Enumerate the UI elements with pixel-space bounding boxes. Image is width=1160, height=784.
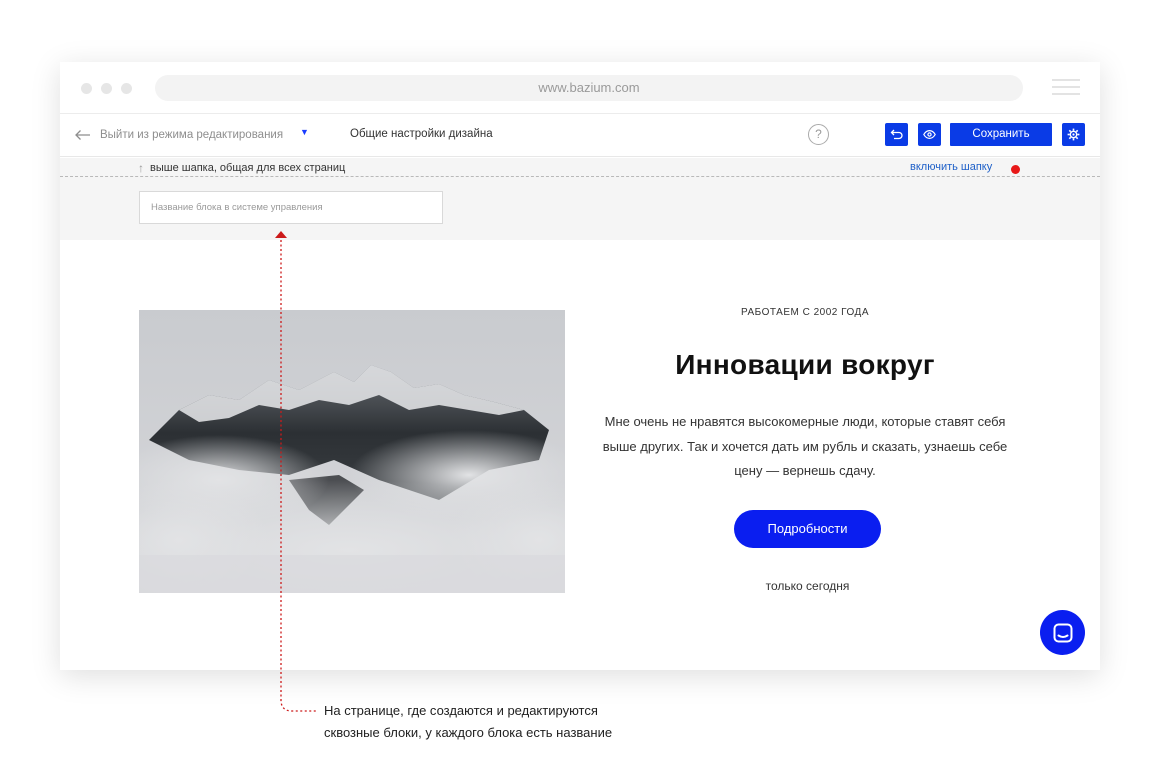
menu-icon[interactable] — [1052, 79, 1080, 95]
eye-icon — [923, 130, 936, 139]
question-icon[interactable]: ? — [808, 124, 829, 145]
save-button[interactable]: Сохранить — [950, 123, 1052, 146]
editor-toolbar: Выйти из режима редактирования ▼ Общие н… — [60, 114, 1100, 157]
chat-button[interactable] — [1040, 610, 1085, 655]
undo-icon — [890, 129, 903, 140]
enable-header-link[interactable]: включить шапку — [910, 161, 992, 173]
annotation-line-2: сквозные блоки, у каждого блока есть наз… — [324, 725, 613, 740]
mountain-photo — [139, 310, 565, 593]
settings-button[interactable] — [1062, 123, 1085, 146]
gear-icon — [1067, 128, 1080, 141]
hero-headline: Инновации вокруг — [675, 349, 935, 380]
arrow-left-icon — [75, 130, 90, 140]
window-dot-close[interactable] — [81, 83, 92, 94]
browser-titlebar: www.bazium.com — [60, 62, 1100, 114]
header-note: ↑ выше шапка, общая для всех страниц — [138, 161, 345, 175]
annotation-line-1: На странице, где создаются и редактируют… — [324, 703, 598, 718]
undo-button[interactable] — [885, 123, 908, 146]
hero-eyebrow: РАБОТАЕМ С 2002 ГОДА — [740, 307, 869, 318]
annotation-caption: На странице, где создаются и редактируют… — [324, 700, 684, 744]
preview-button[interactable] — [918, 123, 941, 146]
details-button[interactable]: Подробности — [734, 510, 881, 548]
divider — [60, 176, 1100, 177]
block-name-input[interactable] — [139, 191, 443, 224]
design-settings-link[interactable]: Общие настройки дизайна — [350, 128, 493, 140]
window-dot-maximize[interactable] — [121, 83, 132, 94]
exit-edit-mode-label: Выйти из режима редактирования — [100, 129, 284, 141]
header-placeholder-zone: ↑ выше шапка, общая для всех страниц вкл… — [60, 158, 1100, 240]
hero-subnote: только сегодня — [765, 579, 850, 593]
header-note-text: выше шапка, общая для всех страниц — [150, 162, 346, 174]
caret-down-icon[interactable]: ▼ — [300, 127, 309, 137]
arrow-up-icon: ↑ — [138, 161, 144, 175]
exit-edit-mode-link[interactable]: Выйти из режима редактирования — [74, 125, 283, 145]
hero-image — [139, 310, 565, 593]
browser-window: www.bazium.com Выйти из режима редактиро… — [60, 62, 1100, 670]
status-indicator — [1011, 165, 1020, 174]
hero-body: Мне очень не нравятся высокомерные люди,… — [602, 414, 1008, 478]
address-bar[interactable]: www.bazium.com — [155, 75, 1023, 101]
window-dot-minimize[interactable] — [101, 83, 112, 94]
chat-icon — [1053, 623, 1072, 642]
